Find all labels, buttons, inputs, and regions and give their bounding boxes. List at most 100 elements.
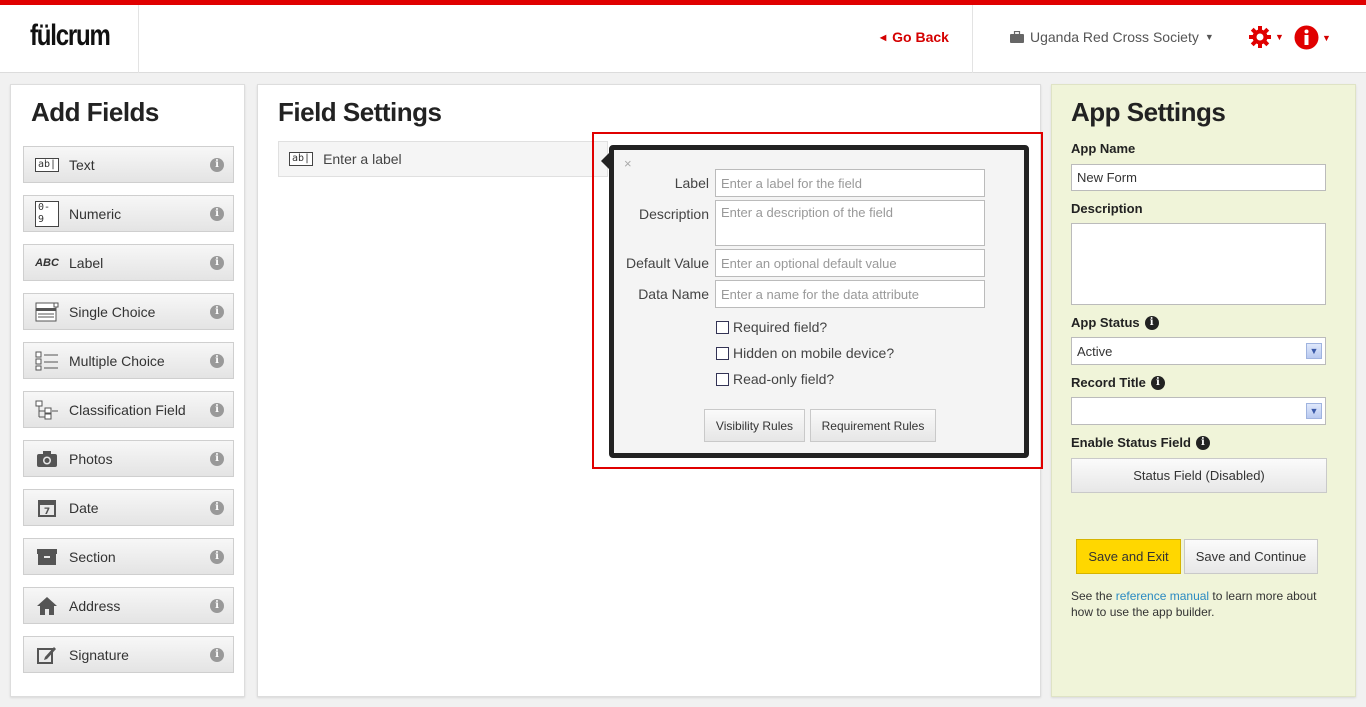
- label-abc-icon: ABC: [35, 256, 59, 269]
- go-back-link[interactable]: ◀ Go Back: [880, 29, 949, 45]
- default-value-input[interactable]: [715, 249, 985, 277]
- add-signature-field-button[interactable]: Signature i: [23, 636, 234, 673]
- add-section-button[interactable]: Section i: [23, 538, 234, 575]
- info-icon[interactable]: i: [210, 648, 224, 662]
- home-icon: [35, 596, 59, 616]
- selected-field-row[interactable]: ab| Enter a label: [278, 141, 608, 177]
- save-and-continue-button[interactable]: Save and Continue: [1184, 539, 1318, 574]
- field-label: Section: [69, 548, 116, 565]
- add-photos-field-button[interactable]: Photos i: [23, 440, 234, 477]
- info-icon[interactable]: i: [210, 354, 224, 368]
- requirement-rules-button[interactable]: Requirement Rules: [810, 409, 936, 442]
- header-divider: [138, 5, 139, 73]
- description-caption: Description: [638, 206, 709, 222]
- field-label: Photos: [69, 450, 113, 467]
- info-icon[interactable]: i: [1195, 435, 1210, 450]
- info-icon[interactable]: i: [210, 305, 224, 319]
- info-icon: [1294, 25, 1319, 50]
- text-field-icon: ab|: [34, 155, 60, 175]
- chevron-down-icon: ▼: [1322, 32, 1331, 43]
- label-caption: Label: [674, 175, 709, 191]
- info-icon[interactable]: i: [210, 599, 224, 613]
- info-icon[interactable]: i: [210, 256, 224, 270]
- header: fülcrum ◀ Go Back Uganda Red Cross Socie…: [0, 5, 1366, 73]
- add-fields-panel: Add Fields ab| Text i 0-9 Numeric i ABC …: [10, 84, 245, 697]
- info-icon[interactable]: i: [210, 550, 224, 564]
- numeric-icon: 0-9: [35, 200, 59, 227]
- close-icon[interactable]: ×: [624, 156, 632, 171]
- readonly-checkbox-row[interactable]: Read-only field?: [716, 371, 834, 387]
- info-icon[interactable]: i: [210, 403, 224, 417]
- go-back-label: Go Back: [892, 29, 949, 45]
- record-title-label: Record Title i: [1071, 375, 1165, 390]
- chevron-down-icon: ▼: [1275, 32, 1284, 42]
- status-field-button[interactable]: Status Field (Disabled): [1071, 458, 1327, 493]
- app-status-value: Active: [1077, 343, 1113, 359]
- field-label: Multiple Choice: [69, 352, 165, 369]
- field-label: Address: [69, 597, 121, 614]
- add-date-field-button[interactable]: 7 Date i: [23, 489, 234, 526]
- field-label: Numeric: [69, 205, 122, 222]
- reference-manual-link[interactable]: reference manual: [1116, 589, 1209, 603]
- briefcase-icon: [1010, 31, 1024, 43]
- info-icon[interactable]: i: [1144, 315, 1159, 330]
- data-name-input[interactable]: [715, 280, 985, 308]
- field-label-preview: Enter a label: [323, 151, 402, 167]
- enable-status-label-text: Enable Status Field: [1071, 435, 1191, 450]
- camera-icon: [35, 449, 59, 469]
- add-multiple-choice-button[interactable]: Multiple Choice i: [23, 342, 234, 379]
- required-checkbox-row[interactable]: Required field?: [716, 319, 827, 335]
- add-single-choice-button[interactable]: Single Choice i: [23, 293, 234, 330]
- back-arrow-icon: ◀: [880, 32, 887, 42]
- field-settings-popover: × Label Description Default Value Data N…: [609, 145, 1029, 458]
- add-address-field-button[interactable]: Address i: [23, 587, 234, 624]
- app-settings-panel: App Settings App Name Description App St…: [1051, 84, 1356, 697]
- add-label-field-button[interactable]: ABC Label i: [23, 244, 234, 281]
- app-name-label-text: App Name: [1071, 141, 1136, 156]
- description-label-text: Description: [1071, 201, 1143, 216]
- readonly-label: Read-only field?: [733, 371, 835, 387]
- add-text-field-button[interactable]: ab| Text i: [23, 146, 234, 183]
- info-icon[interactable]: i: [210, 501, 224, 515]
- app-status-label: App Status i: [1071, 315, 1159, 330]
- info-icon[interactable]: i: [210, 207, 224, 221]
- organization-dropdown[interactable]: Uganda Red Cross Society ▼: [1010, 29, 1214, 45]
- save-and-exit-button[interactable]: Save and Exit: [1076, 539, 1181, 574]
- info-icon[interactable]: i: [1150, 375, 1165, 390]
- label-input[interactable]: [715, 169, 985, 197]
- classification-icon: [35, 400, 59, 420]
- add-numeric-field-button[interactable]: 0-9 Numeric i: [23, 195, 234, 232]
- calendar-icon: 7: [35, 498, 59, 518]
- info-icon[interactable]: i: [210, 452, 224, 466]
- app-name-label: App Name: [1071, 141, 1135, 156]
- required-checkbox[interactable]: [716, 320, 729, 334]
- app-name-input[interactable]: [1071, 164, 1326, 191]
- hidden-checkbox[interactable]: [716, 346, 729, 360]
- hidden-label: Hidden on mobile device?: [733, 345, 895, 361]
- app-settings-title: App Settings: [1071, 97, 1226, 127]
- description-input[interactable]: [715, 200, 985, 246]
- settings-menu[interactable]: ▼: [1248, 25, 1284, 49]
- data-name-caption: Data Name: [638, 286, 709, 302]
- add-fields-title: Add Fields: [31, 97, 159, 127]
- section-box-icon: [35, 547, 59, 567]
- svg-text:7: 7: [44, 507, 50, 517]
- field-settings-title: Field Settings: [278, 97, 442, 127]
- app-description-input[interactable]: [1071, 223, 1326, 305]
- info-icon[interactable]: i: [210, 158, 224, 172]
- record-title-select[interactable]: ▼: [1071, 397, 1326, 425]
- readonly-checkbox[interactable]: [716, 372, 729, 386]
- required-label: Required field?: [733, 319, 828, 335]
- fulcrum-logo[interactable]: fülcrum: [30, 19, 111, 53]
- field-label: Classification Field: [69, 401, 186, 418]
- field-label: Text: [69, 156, 95, 173]
- add-classification-field-button[interactable]: Classification Field i: [23, 391, 234, 428]
- hidden-checkbox-row[interactable]: Hidden on mobile device?: [716, 345, 894, 361]
- visibility-rules-button[interactable]: Visibility Rules: [704, 409, 805, 442]
- info-menu[interactable]: ▼: [1294, 25, 1331, 50]
- app-status-label-text: App Status: [1071, 315, 1140, 330]
- app-status-select[interactable]: Active ▼: [1071, 337, 1326, 365]
- single-choice-icon: [35, 302, 59, 322]
- help-text: See the reference manual to learn more a…: [1071, 588, 1341, 620]
- default-value-caption: Default Value: [625, 255, 709, 271]
